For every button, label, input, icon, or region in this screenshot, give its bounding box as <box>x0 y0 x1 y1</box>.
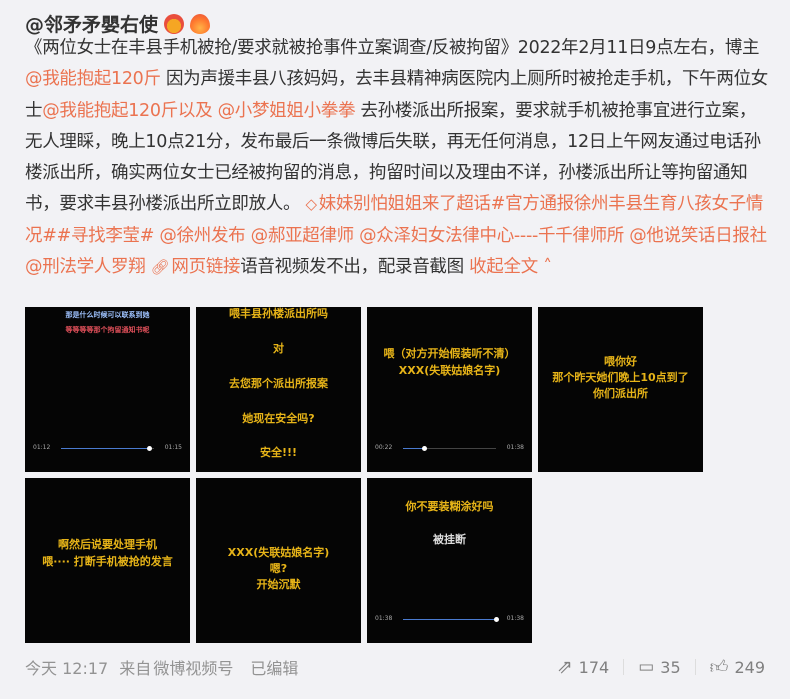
post-time[interactable]: 今天 12:17 <box>25 659 108 678</box>
total-time: 01:38 <box>506 444 524 451</box>
caption-line: 喂你好 <box>604 355 637 368</box>
comment-button[interactable]: ▭ 35 <box>624 657 694 677</box>
thumbnail-caption: 喂（对方开始假装听不清） XXX(失联姑娘名字) <box>367 347 532 381</box>
thumbs-up-icon: 👍︎ <box>709 657 729 678</box>
progress-fill <box>403 619 496 620</box>
body-text: 语音视频发不出，配录音截图 <box>240 257 464 278</box>
progress-knob[interactable] <box>422 446 428 451</box>
caption-line: XXX(失联姑娘名字) <box>398 363 501 377</box>
caption-line: 被挂断 <box>433 532 466 546</box>
current-time: 01:12 <box>33 444 51 451</box>
supertopic-icon: ◇ <box>305 195 317 214</box>
mention-link[interactable]: @小梦姐姐小拳拳 <box>218 101 356 121</box>
total-time: 01:38 <box>506 615 524 622</box>
current-time: 01:38 <box>375 615 393 622</box>
chevron-up-icon: ˄ <box>543 257 552 278</box>
caption-line: 那是什么时候可以联系到她 <box>65 311 150 319</box>
video-thumbnail[interactable]: XXX(失联姑娘名字) 嗯? 开始沉默 <box>196 478 361 643</box>
mention-link[interactable]: @刑法学人罗翔 <box>25 257 146 277</box>
video-progress[interactable]: 01:12 01:15 <box>33 444 182 454</box>
video-thumbnail[interactable]: 你不要装糊涂好吗 被挂断 01:38 01:38 <box>367 478 532 643</box>
caption-line: 对 <box>273 341 284 355</box>
thumbnail-caption: 啊然后说要处理手机喂···· 打断手机被抢的发言 <box>25 538 190 572</box>
thumbnail-caption: 那是什么时候可以联系到她 等等等等那个拘留通知书呢 <box>25 311 190 342</box>
caption-line: 喂（对方开始假装听不清） <box>383 347 516 360</box>
video-thumbnail[interactable]: 那是什么时候可以联系到她 等等等等那个拘留通知书呢 01:12 01:15 <box>25 307 190 472</box>
supertopic-link[interactable]: 妹妹别怕姐姐来了超话 <box>319 194 491 214</box>
progress-track[interactable] <box>403 617 499 622</box>
caption-line: 你们派出所 <box>593 386 648 400</box>
fire-badge-icon[interactable] <box>190 13 211 34</box>
mention-link[interactable]: @众泽妇女法律中心----千千律师所 <box>359 226 624 246</box>
collapse-label: 收起全文 <box>469 257 538 278</box>
caption-line: 喂···· 打断手机被抢的发言 <box>42 554 173 568</box>
post-footer: 今天 12:17 来自 微博视频号 已编辑 ⇗ 174 ▭ 35 👍︎ 249 <box>25 655 765 679</box>
link-icon: 🔗︎ <box>150 258 170 277</box>
mention-link[interactable]: @他说笑话日报社 <box>629 226 767 246</box>
source-prefix: 来自 <box>119 659 152 678</box>
repost-count: 174 <box>578 657 610 677</box>
progress-track[interactable] <box>403 446 496 451</box>
web-link[interactable]: 网页链接 <box>171 257 240 277</box>
comment-icon: ▭ <box>638 657 655 677</box>
thumbnail-caption: 喂你好那个昨天她们晚上10点到了 你们派出所 <box>538 355 703 403</box>
member-badge-icon[interactable] <box>164 13 185 34</box>
thumbnail-caption: 你不要装糊涂好吗 被挂断 <box>367 500 532 566</box>
video-thumbnail[interactable]: 喂（对方开始假装听不清） XXX(失联姑娘名字) 00:22 01:38 <box>367 307 532 472</box>
caption-line: 那个昨天她们晚上10点到了 <box>552 370 689 384</box>
thumbnail-caption: XXX(失联姑娘名字) 嗯? 开始沉默 <box>196 546 361 594</box>
repost-icon: ⇗ <box>556 656 573 678</box>
caption-line: 嗯? <box>269 561 288 575</box>
edited-label[interactable]: 已编辑 <box>250 659 298 678</box>
mention-link[interactable]: @徐州发布 <box>159 226 245 246</box>
collapse-button[interactable]: 收起全文 ˄ <box>469 257 552 277</box>
video-thumbnail[interactable]: 啊然后说要处理手机喂···· 打断手机被抢的发言 <box>25 478 190 643</box>
caption-line: 啊然后说要处理手机 <box>58 538 157 551</box>
caption-line: 你不要装糊涂好吗 <box>405 500 494 513</box>
progress-fill <box>61 448 150 449</box>
caption-line: 去您那个派出所报案 <box>229 376 328 390</box>
thumbnail-caption: 喂丰县孙楼派出所吗对去您那个派出所报案 她现在安全吗? 安全!!! <box>196 307 361 472</box>
progress-track[interactable] <box>61 446 154 451</box>
caption-line: 喂丰县孙楼派出所吗 <box>229 307 328 320</box>
mention-link[interactable]: @我能抱起120斤以及 <box>42 101 212 121</box>
mention-link[interactable]: @郝亚超律师 <box>251 226 355 246</box>
image-grid: 那是什么时候可以联系到她 等等等等那个拘留通知书呢 01:12 01:15 喂丰县孙楼派… <box>25 307 703 643</box>
post-source[interactable]: 微博视频号 <box>153 659 233 678</box>
progress-fill <box>403 448 425 449</box>
total-time: 01:15 <box>164 444 182 451</box>
video-thumbnail[interactable]: 喂丰县孙楼派出所吗对去您那个派出所报案 她现在安全吗? 安全!!! <box>196 307 361 472</box>
progress-knob[interactable] <box>494 617 499 622</box>
like-button[interactable]: 👍︎ 249 <box>696 656 765 678</box>
video-progress[interactable]: 01:38 01:38 <box>375 615 524 625</box>
video-progress[interactable]: 00:22 01:38 <box>375 444 524 454</box>
current-time: 00:22 <box>375 444 393 451</box>
body-text: 《两位女士在丰县手机被抢/要求就被抢事件立案调查/反被拘留》2022年2月11日… <box>25 38 760 58</box>
caption-line: 等等等等那个拘留通知书呢 <box>65 326 150 335</box>
comment-count: 35 <box>660 657 681 677</box>
topic-link[interactable]: #寻找李莹# <box>57 226 155 246</box>
post-body: 《两位女士在丰县手机被抢/要求就被抢事件立案调查/反被拘留》2022年2月11日… <box>25 33 773 283</box>
mention-link[interactable]: @我能抱起120斤 <box>25 69 161 89</box>
caption-line: 开始沉默 <box>256 577 301 591</box>
caption-line: 安全!!! <box>259 446 298 460</box>
caption-line: 她现在安全吗? <box>242 411 315 425</box>
repost-button[interactable]: ⇗ 174 <box>543 656 623 678</box>
video-thumbnail[interactable]: 喂你好那个昨天她们晚上10点到了 你们派出所 <box>538 307 703 472</box>
caption-line: XXX(失联姑娘名字) <box>227 546 330 559</box>
progress-knob[interactable] <box>147 446 153 451</box>
like-count: 249 <box>734 657 765 677</box>
